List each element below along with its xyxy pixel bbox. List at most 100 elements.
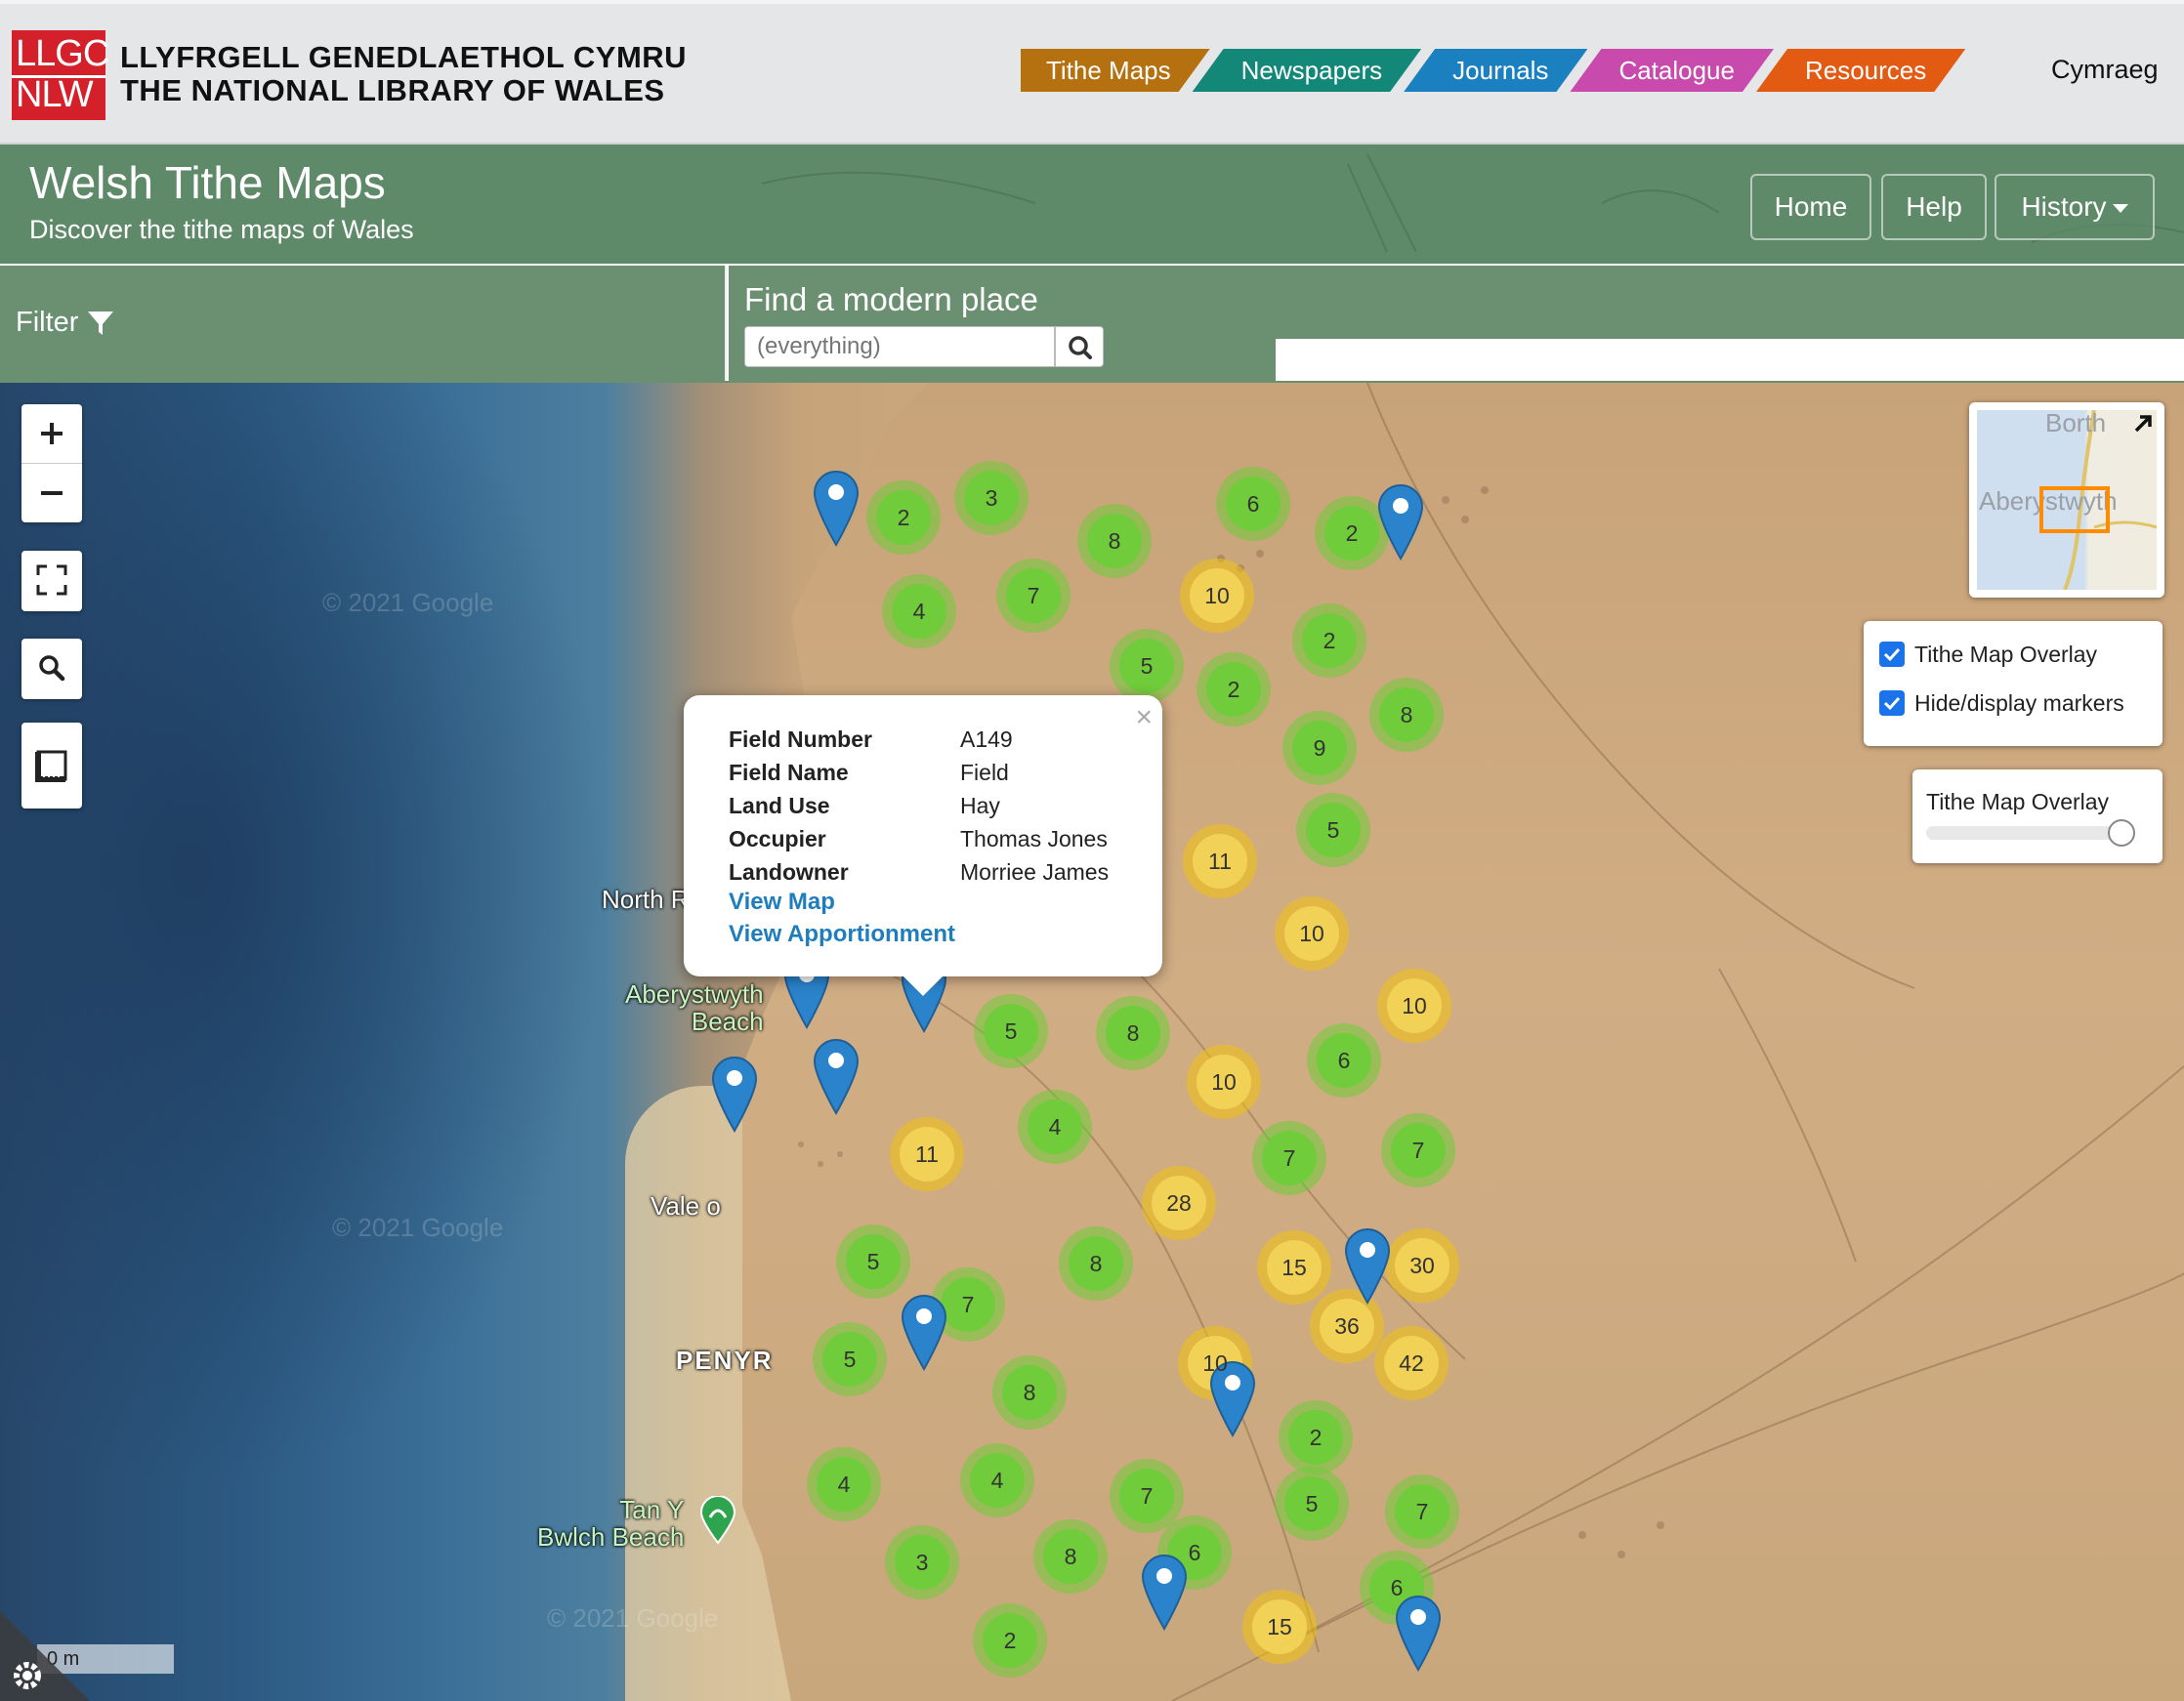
cluster-marker[interactable]: 7 (996, 559, 1071, 633)
cluster-marker[interactable]: 9 (1282, 711, 1357, 785)
map-canvas[interactable]: © 2021 Google © 2021 Google © 2021 Googl… (0, 383, 2184, 1701)
filter-panel[interactable]: Filter (0, 266, 727, 381)
minimap-canvas: Borth Aberystwyth (1977, 408, 2157, 590)
cluster-marker[interactable]: 4 (882, 574, 956, 648)
markers-checkbox[interactable] (1879, 690, 1905, 716)
zoom-in-button[interactable] (21, 404, 82, 463)
cluster-marker[interactable]: 5 (974, 994, 1048, 1068)
cluster-marker[interactable]: 4 (807, 1447, 881, 1521)
cluster-marker[interactable]: 6 (1307, 1023, 1381, 1098)
cluster-count: 8 (1108, 527, 1121, 554)
cluster-marker[interactable]: 7 (1385, 1474, 1459, 1549)
location-pin-icon[interactable] (812, 1037, 861, 1115)
overlay-checkbox[interactable] (1879, 642, 1905, 667)
location-pin-icon[interactable] (812, 469, 861, 547)
layer-row-overlay[interactable]: Tithe Map Overlay (1879, 637, 2097, 672)
measure-control[interactable] (21, 723, 82, 809)
cluster-marker[interactable]: 11 (890, 1117, 964, 1191)
place-search-button[interactable] (1055, 326, 1104, 367)
opacity-slider-thumb[interactable] (2108, 819, 2135, 847)
language-switch-link[interactable]: Cymraeg (2051, 55, 2159, 85)
location-pin-icon[interactable] (710, 1055, 759, 1133)
cluster-marker[interactable]: 8 (1369, 678, 1444, 752)
overview-minimap[interactable]: Borth Aberystwyth (1969, 402, 2164, 598)
cluster-marker[interactable]: 2 (1197, 652, 1271, 726)
cluster-marker[interactable]: 3 (885, 1525, 959, 1599)
map-watermark: © 2021 Google (332, 1213, 504, 1242)
beach-poi-icon[interactable] (699, 1496, 736, 1545)
expand-arrow-icon[interactable] (2131, 412, 2155, 436)
cluster-marker[interactable]: 11 (1183, 824, 1257, 898)
location-pin-icon[interactable] (1394, 1594, 1443, 1672)
cluster-marker[interactable]: 4 (1018, 1090, 1092, 1164)
cluster-marker[interactable]: 2 (1279, 1400, 1353, 1474)
cluster-marker[interactable]: 8 (1096, 996, 1170, 1070)
cluster-marker[interactable]: 3 (954, 461, 1029, 535)
map-watermark: © 2021 Google (322, 588, 494, 617)
cluster-marker[interactable]: 4 (960, 1443, 1034, 1517)
minimap-viewport-box[interactable] (2039, 486, 2110, 533)
magnifier-icon (39, 655, 65, 682)
cluster-marker[interactable]: 28 (1142, 1166, 1216, 1240)
place-label-tan-y-line1: Tan Y (619, 1495, 685, 1524)
cluster-marker[interactable]: 30 (1385, 1228, 1459, 1303)
view-map-link[interactable]: View Map (729, 889, 835, 916)
cluster-marker[interactable]: 10 (1180, 559, 1254, 633)
fullscreen-control[interactable] (21, 551, 82, 611)
place-search-input[interactable] (744, 326, 1055, 367)
cluster-marker[interactable]: 8 (1059, 1226, 1133, 1301)
opacity-slider-track[interactable] (1926, 819, 2135, 847)
library-name-welsh: LLYFRGELL GENEDLAETHOL CYMRU (120, 40, 688, 74)
cluster-marker[interactable]: 7 (1252, 1121, 1326, 1195)
cluster-marker[interactable]: 10 (1377, 969, 1451, 1043)
cluster-marker[interactable]: 2 (866, 480, 941, 555)
settings-gear-icon[interactable] (0, 1611, 90, 1701)
view-apportionment-link[interactable]: View Apportionment (729, 921, 955, 948)
nlw-logo[interactable]: LLGC NLW (12, 30, 109, 120)
nav-tab-tithe-maps[interactable]: Tithe Maps (1021, 49, 1210, 92)
cluster-marker[interactable]: 8 (992, 1355, 1067, 1430)
location-pin-icon[interactable] (1140, 1553, 1189, 1631)
cluster-marker[interactable]: 10 (1187, 1045, 1261, 1119)
library-header: LLGC NLW LLYFRGELL GENEDLAETHOL CYMRU TH… (0, 0, 2184, 145)
table-row: Landowner Morriee James (729, 855, 1109, 889)
fullscreen-button[interactable] (21, 551, 82, 609)
history-dropdown-button[interactable]: History (1995, 174, 2155, 240)
cluster-marker[interactable]: 5 (1296, 793, 1370, 867)
library-name[interactable]: LLYFRGELL GENEDLAETHOL CYMRU THE NATIONA… (120, 41, 687, 107)
nav-tab-newspapers[interactable]: Newspapers (1193, 49, 1422, 92)
cluster-marker[interactable]: 10 (1275, 896, 1349, 971)
nav-tab-catalogue[interactable]: Catalogue (1570, 49, 1774, 92)
cluster-marker[interactable]: 2 (1292, 603, 1366, 678)
location-pin-icon[interactable] (1376, 482, 1425, 560)
cluster-count: 7 (1415, 1498, 1429, 1524)
cluster-marker[interactable]: 8 (1033, 1519, 1108, 1594)
cluster-marker[interactable]: 5 (836, 1224, 910, 1299)
cluster-marker[interactable]: 8 (1077, 504, 1152, 578)
cluster-marker[interactable]: 5 (1275, 1467, 1349, 1541)
field-details-table: Field Number A149 Field Name Field Land Us… (729, 723, 1109, 889)
zoom-out-button[interactable] (21, 464, 82, 522)
help-button[interactable]: Help (1881, 174, 1987, 240)
cluster-marker[interactable]: 42 (1374, 1326, 1449, 1400)
measure-button[interactable] (21, 723, 82, 809)
place-label-beach-line2: Beach (691, 1007, 764, 1036)
cluster-marker[interactable]: 6 (1216, 467, 1290, 541)
nav-tab-journals[interactable]: Journals (1404, 49, 1587, 92)
field-value: Morriee James (960, 858, 1110, 885)
nav-tab-resources[interactable]: Resources (1756, 49, 1965, 92)
cluster-marker[interactable]: 5 (1110, 629, 1184, 703)
home-button[interactable]: Home (1750, 174, 1871, 240)
popup-close-button[interactable]: × (1135, 701, 1153, 734)
map-search-control[interactable] (21, 639, 82, 699)
site-title[interactable]: Welsh Tithe Maps (29, 156, 386, 209)
cluster-marker[interactable]: 5 (813, 1322, 887, 1396)
cluster-marker[interactable]: 7 (1381, 1113, 1455, 1187)
cluster-marker[interactable]: 15 (1242, 1590, 1317, 1664)
cluster-marker[interactable]: 15 (1257, 1230, 1331, 1305)
cluster-marker[interactable]: 2 (973, 1603, 1047, 1678)
location-pin-icon[interactable] (900, 1293, 948, 1371)
layer-row-markers[interactable]: Hide/display markers (1879, 685, 2124, 721)
location-pin-icon[interactable] (1343, 1226, 1392, 1305)
map-search-button[interactable] (21, 639, 82, 697)
